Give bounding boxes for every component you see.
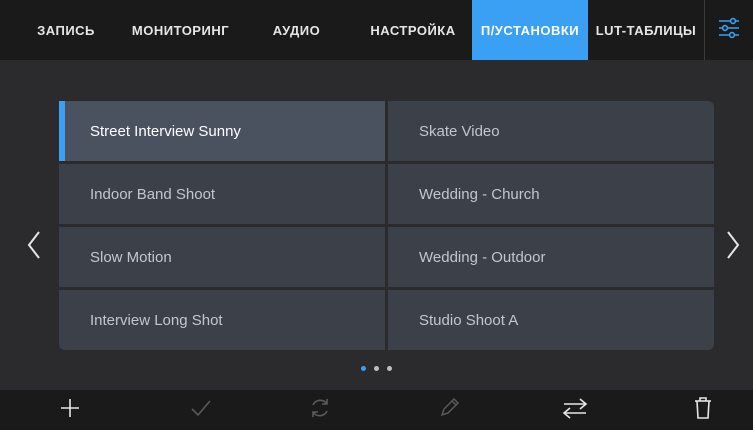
page-dot[interactable] — [361, 366, 366, 371]
chevron-left-icon — [26, 230, 42, 265]
chevron-right-icon — [725, 230, 741, 265]
preset-item[interactable]: Skate Video — [388, 101, 714, 161]
tab-luts[interactable]: LUT-ТАБЛИЦЫ — [590, 0, 702, 60]
apply-preset-button[interactable] — [171, 390, 231, 430]
preset-grid: Street Interview Sunny Skate Video Indoo… — [59, 101, 714, 350]
preset-toolbar — [0, 390, 753, 430]
preset-item[interactable]: Wedding - Church — [388, 164, 714, 224]
page-dot[interactable] — [374, 366, 379, 371]
delete-preset-button[interactable] — [673, 390, 733, 430]
tab-monitor[interactable]: МОНИТОРИНГ — [118, 0, 243, 60]
update-refresh-icon — [308, 396, 332, 425]
preset-item[interactable]: Indoor Band Shoot — [59, 164, 385, 224]
apply-checkmark-icon — [189, 397, 213, 424]
import-export-icon — [560, 396, 590, 425]
presets-panel: Street Interview Sunny Skate Video Indoo… — [0, 60, 753, 390]
tab-presets[interactable]: П/УСТАНОВКИ — [472, 0, 588, 60]
rename-pencil-icon — [437, 396, 461, 425]
preset-item[interactable]: Studio Shoot A — [388, 290, 714, 350]
preset-item[interactable]: Interview Long Shot — [59, 290, 385, 350]
tab-audio[interactable]: АУДИО — [259, 0, 334, 60]
preset-item[interactable]: Street Interview Sunny — [59, 101, 385, 161]
add-icon — [59, 397, 81, 424]
page-dot[interactable] — [387, 366, 392, 371]
previous-page-button[interactable] — [20, 230, 48, 264]
sliders-icon — [717, 16, 741, 45]
delete-trash-icon — [692, 396, 714, 425]
preset-item[interactable]: Slow Motion — [59, 227, 385, 287]
tab-bar: ЗАПИСЬ МОНИТОРИНГ АУДИО НАСТРОЙКА П/УСТА… — [0, 0, 753, 60]
update-preset-button[interactable] — [290, 390, 350, 430]
next-page-button[interactable] — [719, 230, 747, 264]
preset-item[interactable]: Wedding - Outdoor — [388, 227, 714, 287]
import-export-button[interactable] — [545, 390, 605, 430]
rename-preset-button[interactable] — [419, 390, 479, 430]
tab-setup[interactable]: НАСТРОЙКА — [358, 0, 468, 60]
add-preset-button[interactable] — [40, 390, 100, 430]
settings-sliders-button[interactable] — [704, 0, 753, 60]
camera-touchscreen: ЗАПИСЬ МОНИТОРИНГ АУДИО НАСТРОЙКА П/УСТА… — [0, 0, 753, 430]
page-indicator — [0, 366, 753, 371]
tab-record[interactable]: ЗАПИСЬ — [22, 0, 110, 60]
